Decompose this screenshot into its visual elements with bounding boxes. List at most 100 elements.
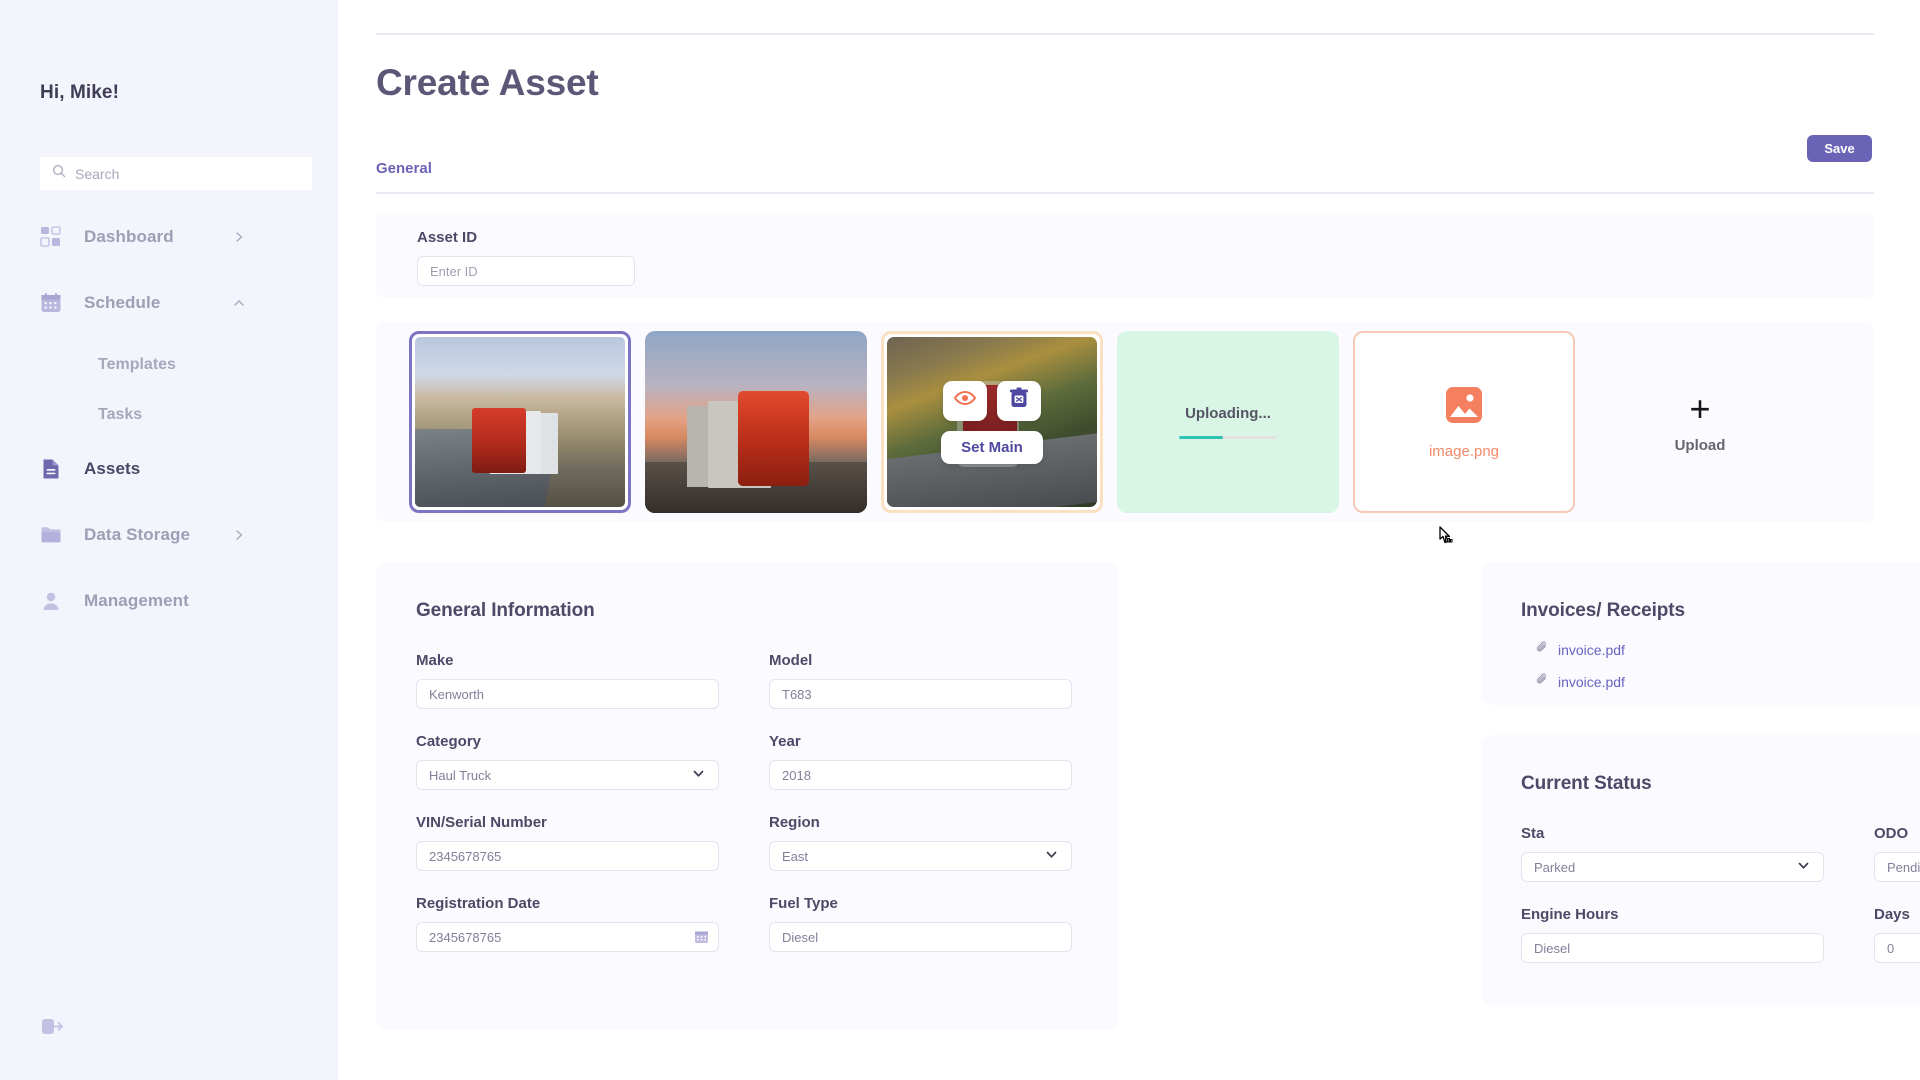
vin-input[interactable] <box>416 841 719 871</box>
sidebar-item-label: Schedule <box>84 293 160 313</box>
invoices-receipts-panel: Invoices/ Receipts invoice.pdf invoice.p… <box>1481 562 1920 705</box>
eye-icon <box>954 390 976 411</box>
page-title: Create Asset <box>376 62 598 104</box>
asset-id-input[interactable] <box>417 256 635 286</box>
field-region: Region East <box>769 814 1072 871</box>
sidebar-subitem-label: Templates <box>98 356 176 374</box>
chevron-down-icon <box>1044 847 1059 865</box>
calendar-icon[interactable] <box>694 929 709 949</box>
asset-id-panel: Asset ID <box>376 213 1874 298</box>
current-status-panel: Current Status Sta Parked ODO Pending <box>1481 735 1920 1005</box>
sidebar-nav: Dashboard <box>0 215 338 645</box>
gallery-card-image-3[interactable]: Set Main <box>881 331 1103 513</box>
list-item[interactable]: invoice.pdf <box>1521 672 1920 691</box>
days-input[interactable] <box>1874 933 1920 963</box>
form-row: Make Model <box>416 652 1079 709</box>
sidebar: Hi, Mike! Dashboard <box>0 0 338 1080</box>
field-model: Model <box>769 652 1072 709</box>
main-content: Create Asset Save General Asset ID <box>338 0 1920 1080</box>
field-label: Model <box>769 652 1072 669</box>
field-engine-hours: Engine Hours <box>1521 906 1824 963</box>
uploading-label: Uploading... <box>1185 405 1271 422</box>
general-information-panel: General Information Make Model Category … <box>376 562 1119 1030</box>
view-image-button[interactable] <box>943 381 987 421</box>
fuel-type-input[interactable] <box>769 922 1072 952</box>
sta-select[interactable]: Parked <box>1521 852 1824 882</box>
region-select[interactable]: East <box>769 841 1072 871</box>
field-label: Sta <box>1521 825 1824 842</box>
model-input[interactable] <box>769 679 1072 709</box>
field-label: Region <box>769 814 1072 831</box>
gallery-card-upload[interactable]: + Upload <box>1589 331 1811 513</box>
field-vin: VIN/Serial Number <box>416 814 719 871</box>
chevron-down-icon <box>691 766 706 784</box>
field-days: Days <box>1874 906 1920 963</box>
engine-hours-input[interactable] <box>1521 933 1824 963</box>
invoice-file-list: invoice.pdf invoice.pdf <box>1521 640 1920 691</box>
list-item[interactable]: invoice.pdf <box>1521 640 1920 659</box>
category-select[interactable]: Haul Truck <box>416 760 719 790</box>
search-box[interactable] <box>40 157 312 190</box>
top-divider <box>376 33 1874 35</box>
logout-icon[interactable] <box>40 1014 66 1040</box>
app-root: Hi, Mike! Dashboard <box>0 0 1920 1080</box>
form-row: Engine Hours Days <box>1521 906 1920 963</box>
form-row: Category Haul Truck Year <box>416 733 1079 790</box>
upload-card-label: Upload <box>1675 437 1726 454</box>
sidebar-item-management[interactable]: Management <box>0 579 338 623</box>
sidebar-item-templates[interactable]: Templates <box>0 347 338 383</box>
asset-thumbnail <box>415 337 625 507</box>
field-label: VIN/Serial Number <box>416 814 719 831</box>
image-hover-overlay: Set Main <box>887 337 1097 507</box>
field-label: Fuel Type <box>769 895 1072 912</box>
make-input[interactable] <box>416 679 719 709</box>
grid-icon <box>40 226 66 248</box>
invoice-file-name[interactable]: invoice.pdf <box>1558 674 1625 690</box>
region-value: East <box>782 849 808 864</box>
user-icon <box>40 590 66 612</box>
search-input[interactable] <box>75 166 300 182</box>
field-make: Make <box>416 652 719 709</box>
sta-value: Parked <box>1534 860 1575 875</box>
upload-progress-bar <box>1179 436 1277 439</box>
save-button[interactable]: Save <box>1807 135 1872 162</box>
gallery-card-image-2[interactable] <box>645 331 867 513</box>
field-year: Year <box>769 733 1072 790</box>
asset-thumbnail: Set Main <box>887 337 1097 507</box>
field-label: Registration Date <box>416 895 719 912</box>
tab-general[interactable]: General <box>376 160 432 177</box>
asset-id-label: Asset ID <box>417 229 1874 246</box>
chevron-right-icon <box>232 230 246 244</box>
sidebar-item-assets[interactable]: Assets <box>0 447 338 491</box>
mouse-cursor <box>1435 525 1457 553</box>
field-sta: Sta Parked <box>1521 825 1824 882</box>
chevron-down-icon <box>1796 858 1811 876</box>
category-value: Haul Truck <box>429 768 491 783</box>
sidebar-item-data-storage[interactable]: Data Storage <box>0 513 338 557</box>
gallery-card-image-1[interactable] <box>409 331 631 513</box>
upload-progress-fill <box>1179 436 1223 439</box>
sidebar-item-tasks[interactable]: Tasks <box>0 397 338 433</box>
folder-icon <box>40 524 66 546</box>
error-filename: image.png <box>1429 443 1499 460</box>
set-main-button[interactable]: Set Main <box>941 431 1043 464</box>
invoice-file-name[interactable]: invoice.pdf <box>1558 642 1625 658</box>
sidebar-item-schedule[interactable]: Schedule <box>0 281 338 325</box>
field-registration-date: Registration Date <box>416 895 719 952</box>
year-input[interactable] <box>769 760 1072 790</box>
field-label: Year <box>769 733 1072 750</box>
gallery-card-error[interactable]: image.png <box>1353 331 1575 513</box>
delete-image-button[interactable] <box>997 381 1041 421</box>
trash-icon <box>1009 387 1029 414</box>
field-label: ODO <box>1874 825 1920 842</box>
sidebar-subitem-label: Tasks <box>98 406 142 424</box>
form-row: Registration Date Fuel Type <box>416 895 1079 952</box>
odo-select[interactable]: Pending <box>1874 852 1920 882</box>
field-label: Make <box>416 652 719 669</box>
sidebar-item-label: Assets <box>84 459 140 479</box>
sidebar-item-dashboard[interactable]: Dashboard <box>0 215 338 259</box>
sidebar-item-label: Dashboard <box>84 227 174 247</box>
search-icon <box>52 164 66 183</box>
form-row: Sta Parked ODO Pending <box>1521 825 1920 882</box>
registration-date-input[interactable] <box>416 922 719 952</box>
